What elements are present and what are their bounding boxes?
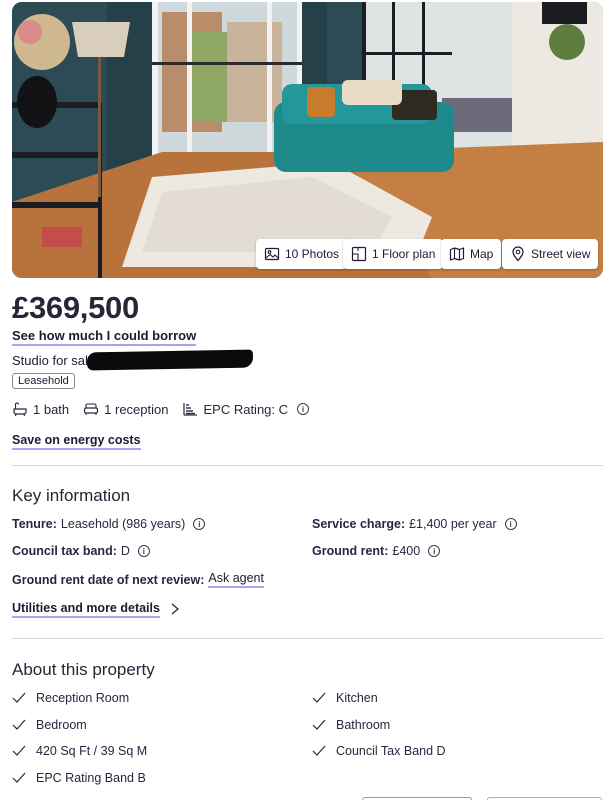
floorplan-label: 1 Floor plan [372, 247, 436, 261]
council-tax-info-icon[interactable]: i [137, 545, 150, 557]
photos-label: 10 Photos [285, 247, 340, 261]
check-icon [12, 692, 26, 703]
check-icon [312, 745, 326, 756]
map-label: Map [470, 247, 494, 261]
property-facts: 1 bath 1 reception EPC Rating: C i [12, 401, 323, 417]
map-icon [449, 247, 465, 261]
check-icon [12, 745, 26, 756]
service-charge-label: Service charge: [312, 517, 406, 531]
utilities-row[interactable]: Utilities and more details [12, 600, 180, 618]
sofa-icon [84, 403, 99, 415]
check-icon [12, 772, 26, 783]
service-charge-info-icon[interactable]: i [504, 518, 517, 530]
feature-item: Reception Room [12, 691, 129, 705]
tenure-row: Tenure: Leasehold (986 years) i [12, 517, 206, 531]
floorplan-icon [351, 246, 367, 262]
check-icon [312, 719, 326, 730]
review-row: Ground rent date of next review: Ask age… [12, 571, 264, 588]
feature-label: Bathroom [336, 718, 391, 732]
floorplan-button[interactable]: 1 Floor plan [343, 239, 444, 269]
chevron-right-icon [171, 603, 179, 615]
price: £369,500 [12, 290, 139, 325]
feature-label: Reception Room [36, 691, 130, 705]
ground-rent-info-icon[interactable]: i [428, 545, 441, 557]
tenure-value: Leasehold (986 years) [60, 517, 186, 531]
tenure-badge: Leasehold [12, 373, 75, 389]
epc-info-icon[interactable]: i [297, 403, 310, 415]
check-icon [12, 719, 26, 730]
bath-icon [13, 402, 27, 417]
council-tax-value: D [120, 544, 130, 558]
feature-item: EPC Rating Band B [12, 771, 146, 785]
epc-bars-icon [183, 403, 198, 416]
feature-item: Kitchen [312, 691, 378, 705]
feature-label: Bedroom [36, 718, 87, 732]
ask-agent-link[interactable]: Ask agent [208, 571, 264, 588]
tenure-label: Tenure: [12, 517, 57, 531]
receptions-fact: 1 reception [83, 401, 168, 417]
feature-item: 420 Sq Ft / 39 Sq M [12, 744, 147, 758]
borrow-link[interactable]: See how much I could borrow [12, 327, 197, 346]
section-divider [12, 638, 603, 639]
council-tax-label: Council tax band: [12, 544, 117, 558]
service-charge-row: Service charge: £1,400 per year i [312, 517, 517, 531]
about-heading: About this property [12, 660, 155, 679]
feature-item: Bedroom [12, 718, 87, 732]
location-pin-icon [512, 246, 524, 262]
section-divider [12, 465, 603, 466]
receptions-count: 1 reception [104, 401, 169, 417]
service-charge-value: £1,400 per year [409, 517, 497, 531]
check-icon [312, 692, 326, 703]
tenure-info-icon[interactable]: i [193, 518, 206, 530]
key-info-heading: Key information [12, 486, 131, 505]
redacted-address [86, 349, 254, 371]
image-icon [264, 247, 280, 261]
property-subtitle: Studio for sale [12, 349, 254, 371]
council-tax-row: Council tax band: D i [12, 544, 150, 558]
epc-rating: EPC Rating: C [203, 401, 289, 417]
ground-rent-value: £400 [392, 544, 421, 558]
streetview-button[interactable]: Street view [502, 239, 599, 269]
epc-fact: EPC Rating: C i [182, 401, 310, 417]
property-type: Studio for sale [12, 352, 96, 368]
utilities-link[interactable]: Utilities and more details [12, 600, 160, 618]
ground-rent-label: Ground rent: [312, 544, 389, 558]
streetview-label: Street view [531, 247, 591, 261]
energy-costs-link[interactable]: Save on energy costs [12, 432, 141, 450]
photos-button[interactable]: 10 Photos [256, 239, 348, 269]
feature-label: Kitchen [336, 691, 378, 705]
feature-item: Council Tax Band D [312, 744, 446, 758]
bathrooms-count: 1 bath [33, 401, 70, 417]
review-label: Ground rent date of next review: [12, 572, 205, 587]
ground-rent-row: Ground rent: £400 i [312, 544, 441, 558]
feature-label: 420 Sq Ft / 39 Sq M [36, 744, 148, 758]
feature-item: Bathroom [312, 718, 390, 732]
bathrooms-fact: 1 bath [12, 401, 69, 417]
living-room-photo [12, 2, 603, 278]
feature-label: Council Tax Band D [336, 744, 446, 758]
hero-photo[interactable]: 10 Photos 1 Floor plan Map Street view [12, 2, 603, 278]
feature-label: EPC Rating Band B [36, 771, 146, 785]
map-button[interactable]: Map [441, 239, 502, 269]
